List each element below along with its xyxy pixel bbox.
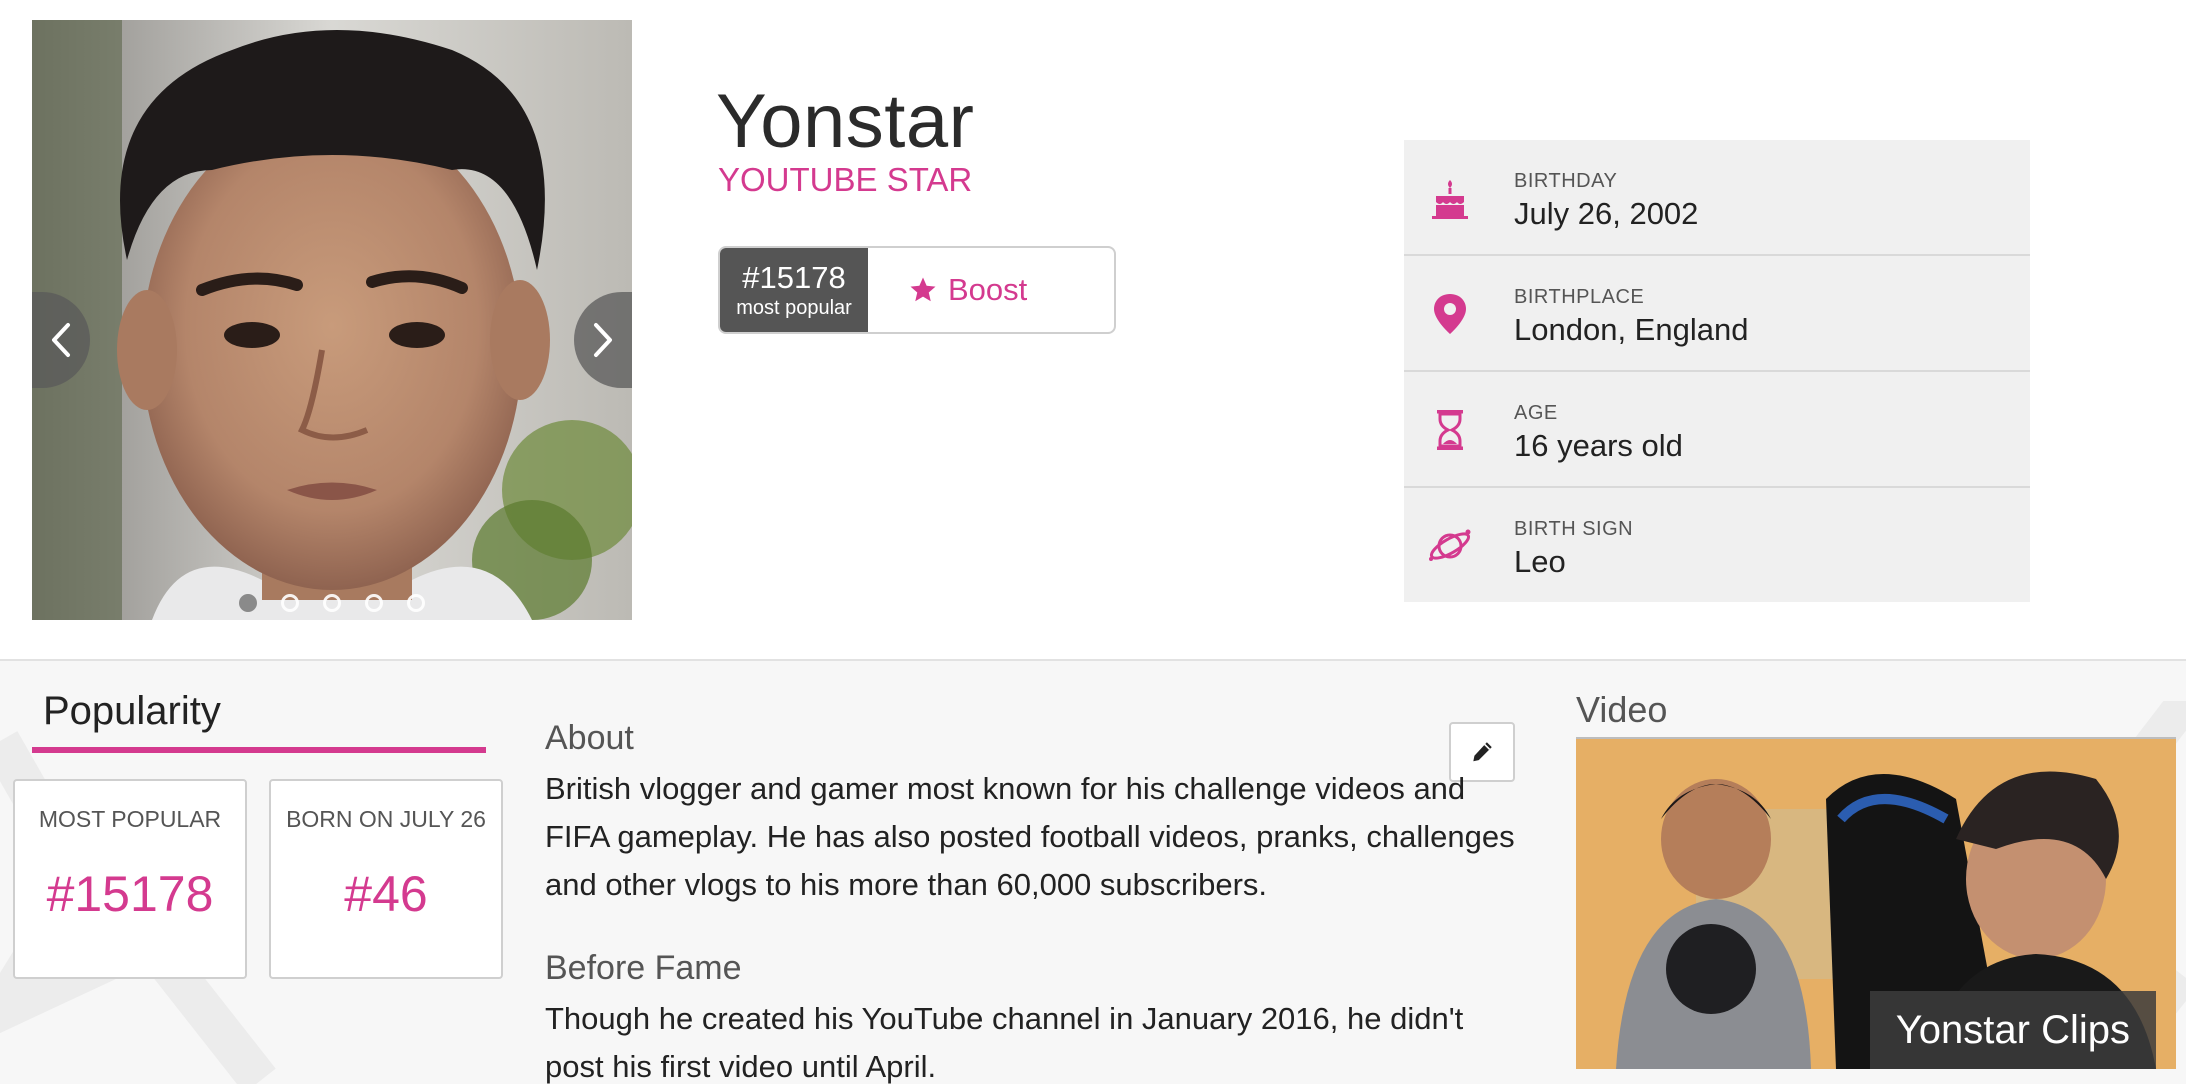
- carousel-dot[interactable]: [323, 594, 341, 612]
- info-label: BIRTHDAY: [1514, 170, 1618, 192]
- card-value: #46: [344, 866, 428, 922]
- card-label: BORN ON JULY 26: [286, 806, 486, 832]
- most-popular-card[interactable]: MOST POPULAR #15178: [13, 779, 247, 979]
- carousel-dots: [32, 594, 632, 612]
- carousel-dot[interactable]: [407, 594, 425, 612]
- photo-carousel[interactable]: [32, 20, 632, 620]
- map-pin-icon: [1434, 294, 1466, 334]
- info-value[interactable]: July 26, 2002: [1514, 196, 1698, 232]
- planet-icon: [1429, 529, 1471, 561]
- chevron-right-icon: [594, 323, 612, 357]
- hourglass-icon: [1437, 410, 1463, 450]
- born-on-day-card[interactable]: BORN ON JULY 26 #46: [269, 779, 503, 979]
- about-text: British vlogger and gamer most known for…: [545, 771, 1515, 902]
- info-row-birthday: BIRTHDAY July 26, 2002: [1404, 140, 2030, 256]
- profile-photo: [32, 20, 632, 620]
- info-row-birthplace: BIRTHPLACE London, England: [1404, 256, 2030, 372]
- profile-page: Yonstar YOUTUBE STAR #15178 most popular…: [0, 0, 2186, 1084]
- carousel-dot[interactable]: [365, 594, 383, 612]
- boost-label: Boost: [948, 272, 1028, 307]
- rank-boost-widget: #15178 most popular Boost: [718, 246, 1116, 334]
- video-caption: Yonstar Clips: [1869, 991, 2156, 1069]
- profession-link[interactable]: YOUTUBE STAR: [718, 160, 972, 200]
- details-section: Popularity MOST POPULAR #15178 BORN ON J…: [0, 661, 2186, 1084]
- profile-header: Yonstar YOUTUBE STAR #15178 most popular…: [0, 0, 2186, 660]
- info-value[interactable]: London, England: [1514, 312, 1748, 348]
- video-thumbnail[interactable]: Yonstar Clips: [1576, 739, 2176, 1069]
- celebrity-name: Yonstar: [716, 79, 975, 164]
- rank-badge[interactable]: #15178 most popular: [720, 248, 868, 332]
- popularity-heading: Popularity: [43, 689, 221, 733]
- info-panel: BIRTHDAY July 26, 2002 BIRTHPLACE London…: [1404, 140, 2030, 602]
- chevron-left-icon: [52, 323, 70, 357]
- info-row-age: AGE 16 years old: [1404, 372, 2030, 488]
- video-heading: Video: [1576, 689, 1668, 730]
- rank-caption: most popular: [736, 297, 852, 319]
- info-row-birth-sign: BIRTH SIGN Leo: [1404, 488, 2030, 602]
- info-value[interactable]: 16 years old: [1514, 428, 1683, 464]
- pencil-icon: [1473, 742, 1492, 762]
- boost-button[interactable]: Boost: [868, 248, 1114, 332]
- card-value: #15178: [46, 866, 214, 922]
- info-label: BIRTH SIGN: [1514, 518, 1634, 540]
- info-label: BIRTHPLACE: [1514, 286, 1645, 308]
- before-fame-heading: Before Fame: [545, 949, 742, 987]
- carousel-dot[interactable]: [281, 594, 299, 612]
- info-label: AGE: [1514, 402, 1558, 424]
- about-heading: About: [545, 719, 634, 757]
- info-value[interactable]: Leo: [1514, 544, 1566, 580]
- rank-number: #15178: [742, 260, 846, 295]
- carousel-dot[interactable]: [239, 594, 257, 612]
- star-icon: [910, 277, 936, 302]
- popularity-underline: [32, 747, 486, 753]
- before-fame-text: Though he created his YouTube channel in…: [545, 1001, 1464, 1084]
- card-label: MOST POPULAR: [38, 806, 222, 832]
- birthday-cake-icon: [1432, 180, 1468, 219]
